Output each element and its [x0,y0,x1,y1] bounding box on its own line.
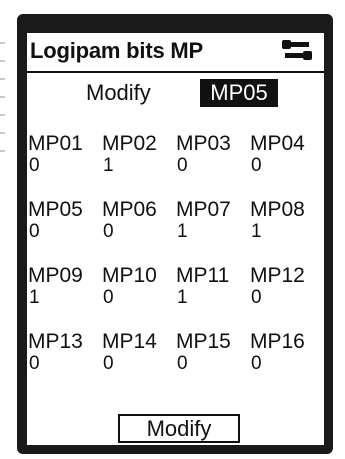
bit-cell-mp11[interactable]: MP11 1 [176,265,250,309]
bit-value: 1 [177,287,188,308]
device-frame: Logipam bits MP Modify MP05 MP01 0 MP02 … [17,14,333,454]
bit-cell-mp01[interactable]: MP01 0 [28,133,102,177]
bit-value: 0 [251,287,262,308]
bit-cell-mp04[interactable]: MP04 0 [250,133,324,177]
bits-row: MP05 0 MP06 0 MP07 1 MP08 1 [28,199,324,265]
page-title: Logipam bits MP [30,38,204,63]
bits-grid: MP01 0 MP02 1 MP03 0 MP04 0 MP05 0 MP06 … [28,133,324,397]
bit-cell-mp16[interactable]: MP16 0 [250,331,324,375]
bit-name: MP13 [28,330,83,353]
title-bar: Logipam bits MP [27,33,324,73]
menu-icon[interactable] [281,39,313,61]
bit-value: 0 [103,287,114,308]
bit-cell-mp07[interactable]: MP07 1 [176,199,250,243]
display-screen: Logipam bits MP Modify MP05 MP01 0 MP02 … [27,33,324,445]
bit-name: MP06 [102,198,157,221]
bit-value: 0 [29,353,40,374]
modify-row: Modify MP05 [27,78,324,112]
bit-value: 0 [29,155,40,176]
bit-cell-mp14[interactable]: MP14 0 [102,331,176,375]
modify-label: Modify [86,80,151,105]
bit-name: MP15 [176,330,231,353]
bit-name: MP10 [102,264,157,287]
bit-name: MP16 [250,330,305,353]
bit-name: MP09 [28,264,83,287]
bit-value: 0 [103,221,114,242]
bits-row: MP01 0 MP02 1 MP03 0 MP04 0 [28,133,324,199]
bit-name: MP08 [250,198,305,221]
bit-cell-mp02[interactable]: MP02 1 [102,133,176,177]
bit-value: 0 [177,353,188,374]
bit-cell-mp05[interactable]: MP05 0 [28,199,102,243]
bit-cell-mp09[interactable]: MP09 1 [28,265,102,309]
bit-name: MP04 [250,132,305,155]
bits-row: MP09 1 MP10 0 MP11 1 MP12 0 [28,265,324,331]
bits-row: MP13 0 MP14 0 MP15 0 MP16 0 [28,331,324,397]
bit-name: MP11 [176,264,230,287]
selected-bit-field[interactable]: MP05 [200,79,278,107]
bit-value: 1 [29,287,40,308]
bit-name: MP07 [176,198,231,221]
margin-marks [0,42,8,152]
bit-cell-mp12[interactable]: MP12 0 [250,265,324,309]
bit-name: MP03 [176,132,231,155]
bit-value: 0 [251,155,262,176]
bit-value: 1 [177,221,188,242]
bit-name: MP12 [250,264,305,287]
bit-name: MP01 [28,132,83,155]
bit-cell-mp08[interactable]: MP08 1 [250,199,324,243]
bit-value: 0 [29,221,40,242]
modify-button[interactable]: Modify [118,414,240,443]
bit-value: 1 [103,155,114,176]
bit-cell-mp10[interactable]: MP10 0 [102,265,176,309]
bit-cell-mp06[interactable]: MP06 0 [102,199,176,243]
bit-value: 0 [103,353,114,374]
bit-value: 0 [177,155,188,176]
bit-name: MP05 [28,198,83,221]
bit-name: MP14 [102,330,157,353]
bit-cell-mp13[interactable]: MP13 0 [28,331,102,375]
bit-value: 0 [251,353,262,374]
bit-cell-mp15[interactable]: MP15 0 [176,331,250,375]
bit-name: MP02 [102,132,157,155]
bit-value: 1 [251,221,262,242]
bit-cell-mp03[interactable]: MP03 0 [176,133,250,177]
